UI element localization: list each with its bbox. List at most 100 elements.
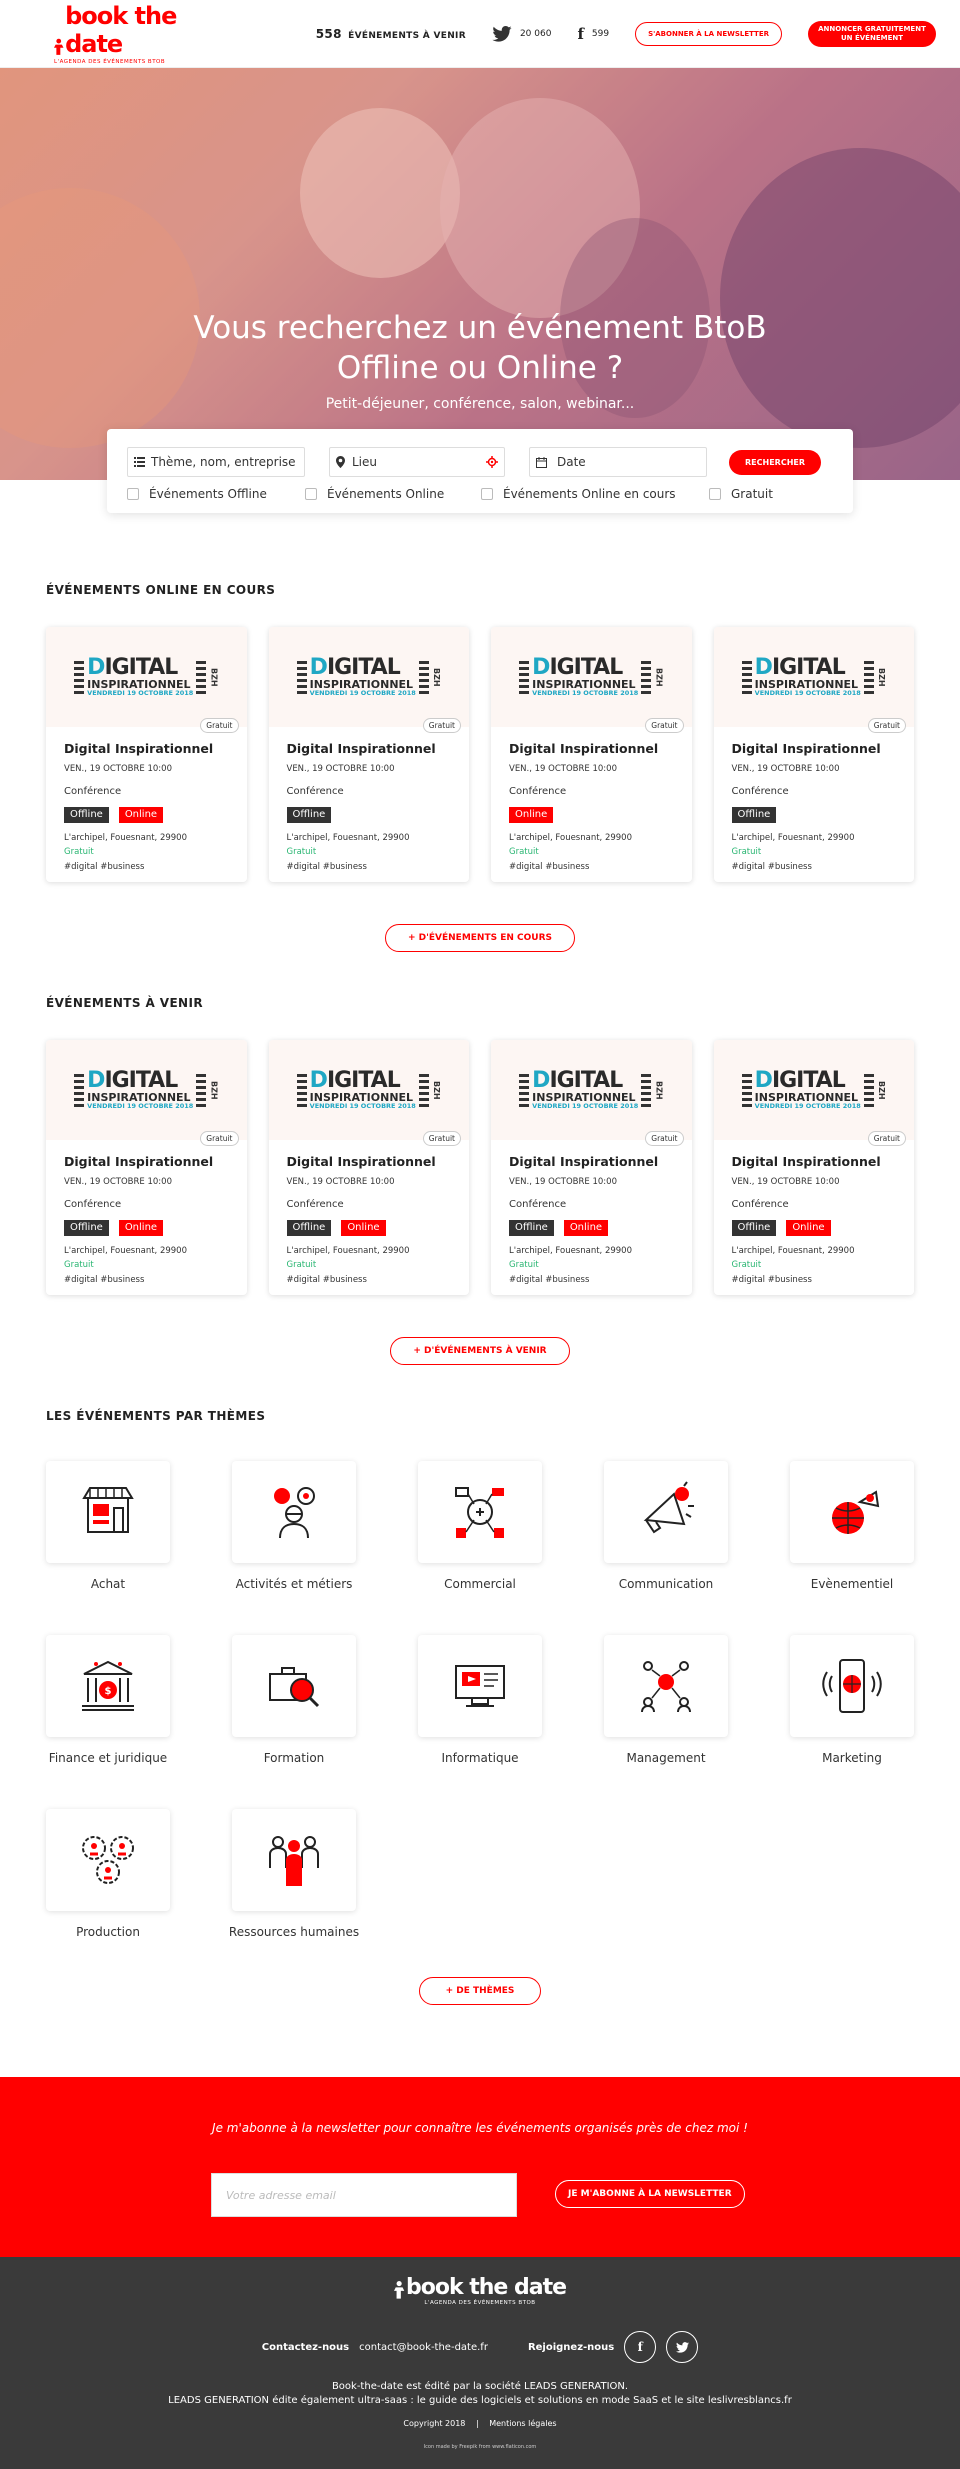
theme-item[interactable]: Evènementiel bbox=[790, 1461, 914, 1591]
footer-logo-subtitle: L'AGENDA DES ÉVÉNEMENTS BTOB bbox=[424, 2300, 536, 2306]
filter-label: Événements Online bbox=[327, 487, 445, 501]
logo-d: D bbox=[754, 1068, 773, 1094]
theme-search-input[interactable]: Thème, nom, entreprise bbox=[127, 447, 305, 477]
newsletter-header-button[interactable]: S'ABONNER À LA NEWSLETTER bbox=[635, 21, 782, 46]
checkbox-box[interactable] bbox=[481, 488, 493, 500]
event-card[interactable]: DIGITAL INSPIRATIONNEL VENDREDI 19 OCTOB… bbox=[46, 627, 247, 882]
theme-item[interactable]: Ressources humaines bbox=[229, 1809, 359, 1939]
event-card[interactable]: DIGITAL INSPIRATIONNEL VENDREDI 19 OCTOB… bbox=[491, 627, 692, 882]
contact-email-link[interactable]: contact@book-the-date.fr bbox=[359, 2342, 488, 2353]
event-image: DIGITAL INSPIRATIONNEL VENDREDI 19 OCTOB… bbox=[46, 627, 247, 733]
event-price: Gratuit bbox=[509, 1260, 539, 1270]
event-title[interactable]: Digital Inspirationnel bbox=[64, 1154, 229, 1169]
checkbox-box[interactable] bbox=[709, 488, 721, 500]
smartphone-globe-icon bbox=[822, 1659, 882, 1713]
theme-item[interactable]: Commercial bbox=[418, 1461, 542, 1591]
logo-word: IGITAL bbox=[104, 1068, 178, 1094]
twitter-footer-icon[interactable] bbox=[666, 2331, 699, 2363]
date-search-input[interactable]: Date bbox=[529, 447, 707, 477]
theme-icon-card[interactable] bbox=[232, 1635, 356, 1737]
theme-icon-card[interactable] bbox=[418, 1635, 542, 1737]
theme-icon-card[interactable] bbox=[604, 1635, 728, 1737]
theme-icon-card[interactable] bbox=[232, 1461, 356, 1563]
logo-vertical: BZH bbox=[876, 1080, 886, 1100]
twitter-link[interactable]: 20 060 bbox=[492, 25, 552, 42]
newsletter-subscribe-button[interactable]: JE M'ABONNE À LA NEWSLETTER bbox=[555, 2180, 745, 2208]
theme-label: Communication bbox=[618, 1577, 714, 1591]
logo-date: VENDREDI 19 OCTOBRE 2018 bbox=[87, 1102, 194, 1111]
theme-item[interactable]: Activités et métiers bbox=[232, 1461, 356, 1591]
theme-icon-card[interactable]: $ bbox=[46, 1635, 170, 1737]
event-card[interactable]: DIGITAL INSPIRATIONNEL VENDREDI 19 OCTOB… bbox=[713, 627, 914, 882]
theme-icon-card[interactable] bbox=[604, 1461, 728, 1563]
theme-icon-card[interactable] bbox=[790, 1635, 914, 1737]
theme-item[interactable]: Formation bbox=[232, 1635, 356, 1765]
event-title[interactable]: Digital Inspirationnel bbox=[732, 1154, 897, 1169]
more-upcoming-events-button[interactable]: + D'ÉVÉNEMENTS À VENIR bbox=[390, 1337, 570, 1365]
filter-online-ongoing-checkbox[interactable]: Événements Online en cours bbox=[481, 487, 709, 501]
event-type: Conférence bbox=[64, 786, 122, 797]
event-title[interactable]: Digital Inspirationnel bbox=[287, 1154, 452, 1169]
geolocate-icon[interactable] bbox=[486, 456, 498, 468]
search-button[interactable]: RECHERCHER bbox=[729, 449, 822, 475]
theme-icon-card[interactable] bbox=[46, 1809, 170, 1911]
event-format-tags: Offline bbox=[731, 807, 897, 823]
event-card[interactable]: DIGITAL INSPIRATIONNEL VENDREDI 19 OCTOB… bbox=[491, 1040, 692, 1295]
event-title[interactable]: Digital Inspirationnel bbox=[509, 741, 674, 756]
megaphone-icon bbox=[643, 1481, 694, 1534]
theme-item[interactable]: Achat bbox=[46, 1461, 170, 1591]
event-title[interactable]: Digital Inspirationnel bbox=[64, 741, 229, 756]
online-tag: Online bbox=[118, 1220, 164, 1236]
event-format-tags: Offline Online bbox=[286, 1220, 452, 1236]
theme-item[interactable]: $ Finance et juridique bbox=[46, 1635, 170, 1765]
event-title[interactable]: Digital Inspirationnel bbox=[287, 741, 452, 756]
place-search-input[interactable]: Lieu bbox=[329, 447, 505, 477]
offline-tag: Offline bbox=[509, 1220, 554, 1236]
checkbox-box[interactable] bbox=[127, 488, 139, 500]
event-date: VEN., 19 OCTOBRE 10:00 bbox=[509, 764, 617, 774]
more-themes-button[interactable]: + DE THÈMES bbox=[418, 1977, 542, 2005]
filter-offline-checkbox[interactable]: Événements Offline bbox=[127, 487, 305, 501]
location-pin-icon bbox=[336, 456, 345, 468]
event-card[interactable]: DIGITAL INSPIRATIONNEL VENDREDI 19 OCTOB… bbox=[713, 1040, 914, 1295]
theme-item[interactable]: Production bbox=[46, 1809, 170, 1939]
event-card[interactable]: DIGITAL INSPIRATIONNEL VENDREDI 19 OCTOB… bbox=[46, 1040, 247, 1295]
offline-tag: Offline bbox=[286, 807, 332, 823]
event-card[interactable]: DIGITAL INSPIRATIONNEL VENDREDI 19 OCTOB… bbox=[268, 1040, 469, 1295]
online-tag: Online bbox=[341, 1220, 386, 1236]
logo[interactable]: book the date L'AGENDA DES ÉVÉNEMENTS BT… bbox=[54, 2, 204, 65]
filter-free-checkbox[interactable]: Gratuit bbox=[709, 487, 773, 501]
logo-person-icon bbox=[54, 38, 64, 55]
events-count-label: ÉVÉNEMENTS À VENIR bbox=[348, 30, 466, 41]
footer-logo[interactable]: book the date L'AGENDA DES ÉVÉNEMENTS BT… bbox=[0, 2275, 960, 2306]
announce-event-button[interactable]: ANNONCER GRATUITEMENT UN ÉVÉNEMENT bbox=[808, 20, 936, 47]
event-title[interactable]: Digital Inspirationnel bbox=[509, 1154, 674, 1169]
upcoming-events-section: ÉVÉNEMENTS À VENIR DIGITAL INSPIRATIONNE… bbox=[0, 996, 960, 1365]
newsletter-email-input[interactable]: Votre adresse email bbox=[211, 2173, 517, 2217]
checkbox-box[interactable] bbox=[305, 488, 317, 500]
theme-item[interactable]: Informatique bbox=[418, 1635, 542, 1765]
facebook-link[interactable]: f 599 bbox=[577, 25, 609, 43]
theme-item[interactable]: Management bbox=[604, 1635, 728, 1765]
calendar-icon bbox=[536, 456, 547, 468]
logo-word: IGITAL bbox=[326, 1068, 401, 1094]
theme-label: Finance et juridique bbox=[48, 1751, 168, 1765]
event-title[interactable]: Digital Inspirationnel bbox=[732, 741, 897, 756]
svg-text:$: $ bbox=[105, 1686, 112, 1697]
theme-icon-card[interactable] bbox=[790, 1461, 914, 1563]
digital-inspirationnel-logo: DIGITAL INSPIRATIONNEL VENDREDI 19 OCTOB… bbox=[519, 657, 663, 697]
event-card[interactable]: DIGITAL INSPIRATIONNEL VENDREDI 19 OCTOB… bbox=[268, 627, 469, 882]
legal-link[interactable]: Mentions légales bbox=[489, 2419, 556, 2428]
more-ongoing-events-button[interactable]: + D'ÉVÉNEMENTS EN COURS bbox=[384, 924, 576, 952]
theme-item[interactable]: Communication bbox=[604, 1461, 728, 1591]
event-location: L'archipel, Fouesnant, 29900 bbox=[64, 833, 187, 843]
theme-icon-card[interactable] bbox=[46, 1461, 170, 1563]
theme-icon-card[interactable] bbox=[232, 1809, 356, 1911]
facebook-footer-icon[interactable]: f bbox=[624, 2331, 657, 2363]
logo-text: book the date bbox=[65, 2, 177, 58]
filter-online-checkbox[interactable]: Événements Online bbox=[305, 487, 481, 501]
theme-item[interactable]: Marketing bbox=[790, 1635, 914, 1765]
footer-copyright-row: Copyright 2018 | Mentions légales bbox=[403, 2419, 557, 2428]
theme-icon-card[interactable] bbox=[418, 1461, 542, 1563]
twitter-count: 20 060 bbox=[519, 28, 552, 39]
